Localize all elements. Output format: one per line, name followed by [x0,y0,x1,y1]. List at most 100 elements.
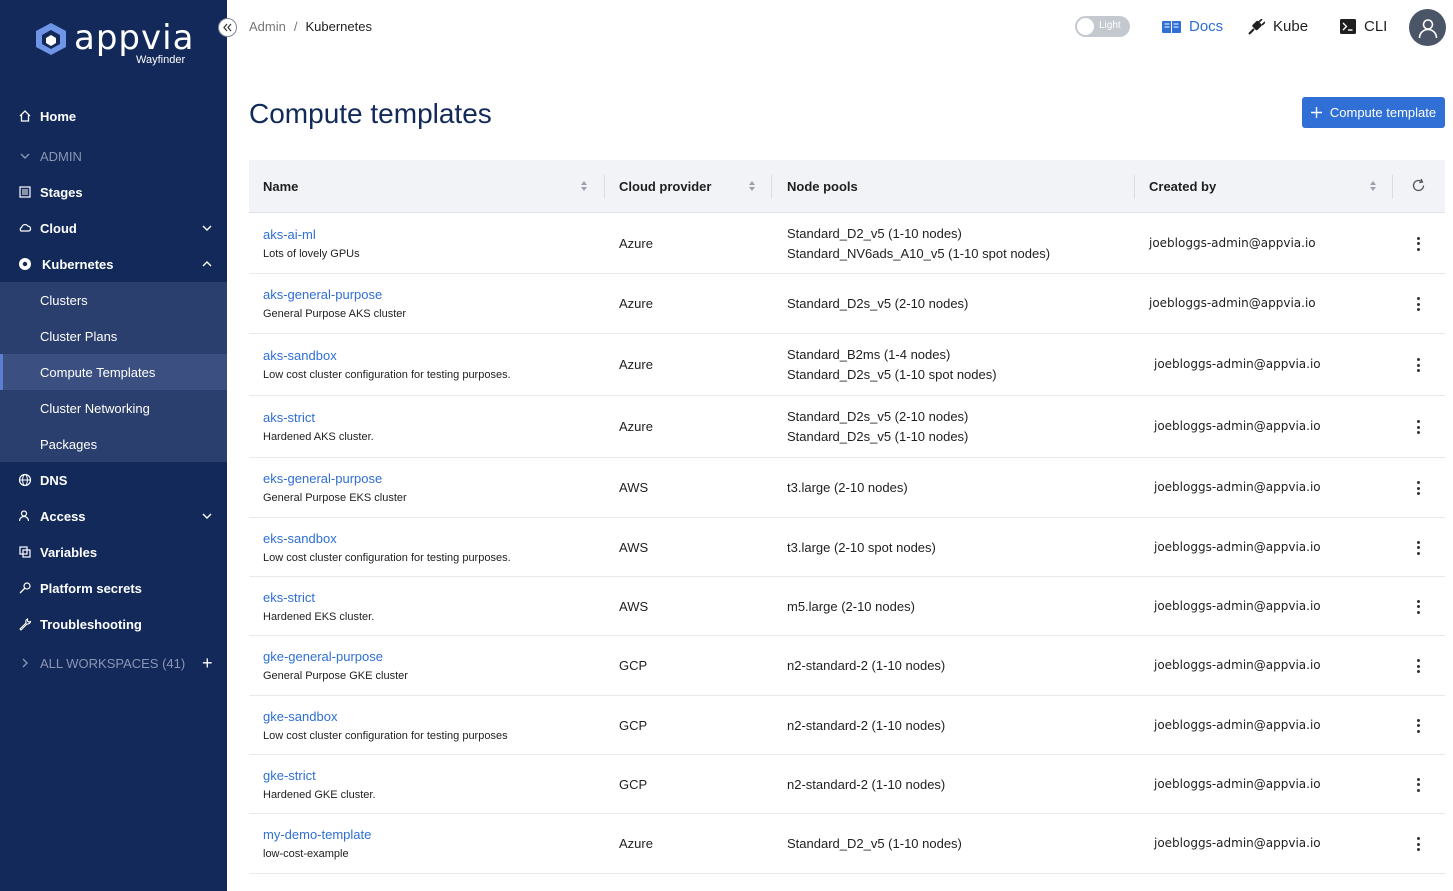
key-icon [18,581,32,595]
template-description: General Purpose GKE cluster [263,670,408,682]
template-name-link[interactable]: aks-general-purpose [263,287,406,302]
row-actions-icon[interactable] [1416,659,1420,673]
template-description: Lots of lovely GPUs [263,247,360,260]
template-name-link[interactable]: gke-sandbox [263,709,508,724]
node-pool: t3.large (2-10 nodes) [787,480,908,495]
sidebar-item-stages[interactable]: Stages [0,174,227,210]
add-workspace-icon[interactable]: + [202,653,213,674]
name-cell: aks-general-purpose General Purpose AKS c… [263,287,406,320]
breadcrumb-admin[interactable]: Admin [249,19,286,34]
sidebar-item-platform-secrets[interactable]: Platform secrets [0,570,227,606]
row-actions-icon[interactable] [1416,420,1420,434]
created-by-cell: joebloggs-admin@appvia.io [1154,717,1321,732]
header-created-by[interactable]: Created by [1149,160,1216,213]
name-cell: aks-strict Hardened AKS cluster. [263,410,374,443]
collapse-sidebar-button[interactable] [218,18,237,37]
sidebar-section-workspaces[interactable]: ALL WORKSPACES (41) + [0,645,227,681]
sidebar-item-cluster-plans[interactable]: Cluster Plans [0,318,227,354]
sidebar-item-home[interactable]: Home [0,98,227,134]
node-pools-cell: Standard_D2s_v5 (2-10 nodes) Standard_D2s… [787,407,968,447]
terminal-icon [1340,19,1356,34]
sidebar-item-cloud[interactable]: Cloud [0,210,227,246]
template-name-link[interactable]: eks-sandbox [263,531,511,546]
chevron-right-icon [18,656,32,670]
cloud-provider-cell: AWS [619,598,649,614]
header-cloud-provider[interactable]: Cloud provider [619,160,711,213]
sidebar-item-label: Cluster Networking [40,400,150,416]
template-name-link[interactable]: gke-general-purpose [263,649,408,664]
template-name-link[interactable]: aks-strict [263,410,374,425]
sidebar-item-label: Platform secrets [40,580,142,596]
column-divider [604,175,605,199]
cloud-provider-cell: AWS [619,480,649,495]
sidebar-item-variables[interactable]: Variables [0,534,227,570]
sidebar-item-troubleshooting[interactable]: Troubleshooting [0,606,227,642]
home-icon [18,109,32,123]
template-description: General Purpose EKS cluster [263,492,407,504]
row-actions-icon[interactable] [1416,837,1420,851]
template-name-link[interactable]: aks-ai-ml [263,227,360,242]
table-row: my-demo-template low-cost-example Azure Sta… [249,814,1445,874]
template-description: low-cost-example [263,848,349,860]
cloud-provider-cell: Azure [619,357,653,372]
name-cell: gke-sandbox Low cost cluster configuratio… [263,709,508,742]
sidebar-item-label: Access [40,508,86,524]
cli-link[interactable]: CLI [1340,18,1387,35]
sort-icon[interactable] [748,180,756,192]
sidebar-item-access[interactable]: Access [0,498,227,534]
user-avatar[interactable] [1409,9,1446,46]
template-description: Low cost cluster configuration for testi… [263,369,511,381]
row-actions-icon[interactable] [1416,297,1420,311]
template-description: Hardened EKS cluster. [263,610,375,623]
table-row: aks-sandbox Low cost cluster configuratio… [249,334,1445,396]
header-name[interactable]: Name [263,160,298,213]
created-by-cell: joebloggs-admin@appvia.io [1154,357,1321,371]
sort-icon[interactable] [580,180,588,192]
sidebar-item-label: Kubernetes [42,256,114,272]
sidebar-item-label: DNS [40,472,68,488]
created-by-cell: joebloggs-admin@appvia.io [1154,776,1321,791]
node-pool: Standard_D2_v5 (1-10 nodes) [787,225,962,241]
add-compute-template-button[interactable]: Compute template [1302,97,1445,128]
sort-icon[interactable] [1369,180,1377,192]
sidebar-item-cluster-networking[interactable]: Cluster Networking [0,390,227,426]
row-actions-icon[interactable] [1416,540,1420,555]
template-name-link[interactable]: eks-general-purpose [263,471,407,486]
template-description: Low cost cluster configuration for testi… [263,729,508,742]
node-pool: n2-standard-2 (1-10 nodes) [787,776,946,792]
refresh-icon[interactable] [1411,178,1426,193]
sidebar-item-dns[interactable]: DNS [0,462,227,498]
node-pool: n2-standard-2 (1-10 nodes) [787,717,946,733]
kube-link[interactable]: Kube [1247,18,1308,35]
row-actions-icon[interactable] [1416,481,1420,495]
table-row: aks-ai-ml Lots of lovely GPUs Azure Standar… [249,213,1445,274]
sidebar-item-clusters[interactable]: Clusters [0,282,227,318]
row-actions-icon[interactable] [1416,599,1420,614]
plug-icon [1248,18,1265,35]
theme-toggle[interactable]: Light [1075,16,1130,37]
sidebar-item-label: Troubleshooting [40,616,142,632]
row-actions-icon[interactable] [1416,236,1420,251]
template-name-link[interactable]: my-demo-template [263,827,371,842]
node-pool: Standard_D2s_v5 (1-10 spot nodes) [787,367,997,382]
sidebar-item-kubernetes[interactable]: Kubernetes [0,246,227,282]
node-pools-cell: Standard_B2ms (1-4 nodes) Standard_D2s_v5… [787,345,997,385]
name-cell: eks-general-purpose General Purpose EKS c… [263,471,407,504]
sidebar-item-packages[interactable]: Packages [0,426,227,462]
row-actions-icon[interactable] [1416,718,1420,733]
sidebar-item-compute-templates[interactable]: Compute Templates [0,354,227,390]
sidebar-item-label: Compute Templates [40,364,156,380]
row-actions-icon[interactable] [1416,358,1420,372]
row-actions-icon[interactable] [1416,777,1420,792]
cloud-provider-cell: GCP [619,776,648,792]
wrench-icon [18,617,32,631]
docs-link[interactable]: Docs [1162,18,1223,35]
template-name-link[interactable]: eks-strict [263,590,374,605]
appvia-logo[interactable]: appvia Wayfinder [34,18,194,70]
template-name-link[interactable]: aks-sandbox [263,348,511,363]
template-name-link[interactable]: gke-strict [263,768,376,783]
table-row: eks-general-purpose General Purpose EKS c… [249,458,1445,518]
breadcrumb: Admin / Kubernetes [249,19,372,34]
sidebar-section-admin[interactable]: ADMIN [0,138,227,174]
created-by-cell: joebloggs-admin@appvia.io [1154,658,1321,672]
